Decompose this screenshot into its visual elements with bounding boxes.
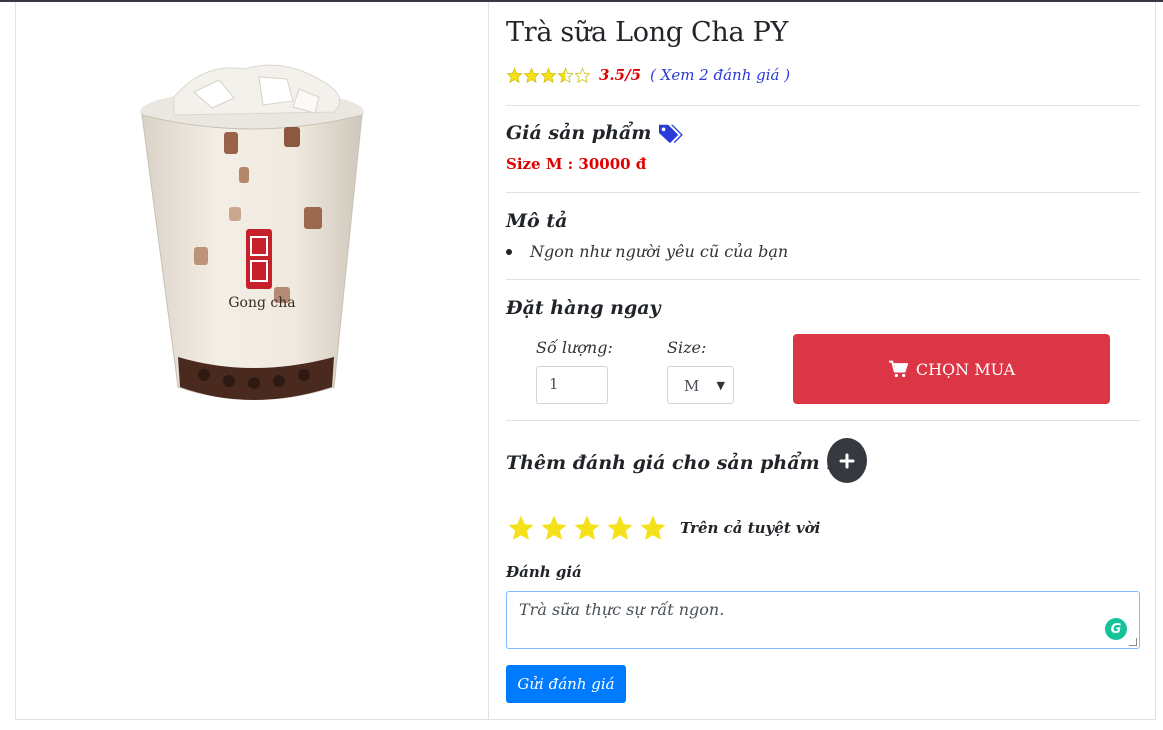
toggle-review-button[interactable] xyxy=(827,438,867,483)
product-title: Trà sữa Long Cha PY xyxy=(506,17,788,48)
divider xyxy=(506,420,1140,421)
description-item: Ngon như người yêu cũ của bạn xyxy=(506,242,788,261)
star-1-icon[interactable] xyxy=(506,513,536,543)
divider xyxy=(506,105,1140,106)
buy-button[interactable]: CHỌN MUA xyxy=(793,334,1110,404)
star-empty-icon xyxy=(574,67,591,83)
review-textarea[interactable]: Trà sữa thực sự rất ngon. G xyxy=(506,591,1140,649)
rating-stars xyxy=(506,67,591,84)
size-select[interactable]: M ▼ xyxy=(667,366,734,404)
price-heading-text: Giá sản phẩm xyxy=(506,122,652,144)
product-card: Gong cha Trà sữa Long Cha PY 3.5/5 ( Xem… xyxy=(15,2,1156,720)
quantity-input[interactable]: 1 xyxy=(536,366,608,404)
price-text: Size M : 30000 đ xyxy=(506,155,647,173)
review-textarea-value: Trà sữa thực sự rất ngon. xyxy=(519,600,725,619)
review-field-label: Đánh giá xyxy=(506,563,582,581)
resize-handle[interactable] xyxy=(1129,638,1137,646)
rating-value: 3.5/5 xyxy=(599,66,642,84)
grammarly-icon[interactable]: G xyxy=(1105,618,1127,640)
price-heading: Giá sản phẩm xyxy=(506,122,684,144)
divider xyxy=(506,279,1140,280)
brand-logo-text: Gong cha xyxy=(228,295,295,311)
order-heading: Đặt hàng ngay xyxy=(506,297,661,319)
product-image: Gong cha xyxy=(140,64,364,400)
description-heading: Mô tả xyxy=(506,210,568,232)
star-half-icon xyxy=(557,67,574,83)
bullet-icon xyxy=(506,248,512,255)
submit-review-button[interactable]: Gửi đánh giá xyxy=(506,665,626,703)
tags-icon xyxy=(659,124,684,144)
product-image-column: Gong cha xyxy=(16,2,489,719)
view-reviews-link[interactable]: ( Xem 2 đánh giá ) xyxy=(650,66,790,84)
star-5-icon[interactable] xyxy=(638,513,668,543)
caret-down-icon: ▼ xyxy=(716,379,725,392)
star-caption: Trên cả tuyệt vời xyxy=(680,519,821,537)
quantity-label: Số lượng: xyxy=(536,338,613,357)
star-3-icon[interactable] xyxy=(572,513,602,543)
star-2-icon[interactable] xyxy=(539,513,569,543)
rating-summary: 3.5/5 ( Xem 2 đánh giá ) xyxy=(506,66,790,84)
star-filled-icon xyxy=(523,67,540,83)
divider xyxy=(506,192,1140,193)
cart-icon xyxy=(888,360,908,378)
description-item-text: Ngon như người yêu cũ của bạn xyxy=(530,242,789,261)
size-label: Size: xyxy=(667,338,707,357)
buy-button-label: CHỌN MUA xyxy=(915,359,1016,379)
review-star-picker xyxy=(506,513,671,543)
star-filled-icon xyxy=(540,67,557,83)
add-review-heading: Thêm đánh giá cho sản phẩm này xyxy=(506,452,864,474)
size-select-value: M xyxy=(684,377,700,395)
star-4-icon[interactable] xyxy=(605,513,635,543)
plus-icon xyxy=(839,453,855,468)
star-filled-icon xyxy=(506,67,523,83)
product-details-column: Trà sữa Long Cha PY 3.5/5 ( Xem 2 đánh g… xyxy=(490,2,1140,719)
